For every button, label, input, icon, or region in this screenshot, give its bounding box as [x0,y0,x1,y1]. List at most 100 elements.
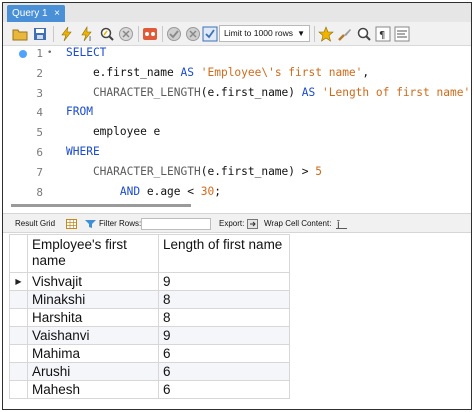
sql-text: (e.first_name) [200,85,302,99]
code-line[interactable]: CHARACTER_LENGTH(e.first_name) AS 'Lengt… [66,86,470,99]
sql-text: ; [214,184,221,198]
table-cell[interactable]: Arushi [27,362,159,381]
toolbar-divider [53,26,54,42]
magnifier-icon[interactable] [99,26,115,42]
result-toolbar: Result Grid Filter Rows: Export: Wrap Ce… [3,213,471,233]
save-icon[interactable] [32,26,48,42]
commit-icon[interactable] [166,26,182,42]
table-cell[interactable]: 6 [158,380,290,399]
table-row[interactable]: Arushi 6 [9,362,290,381]
lightning-icon[interactable] [59,26,75,42]
table-cell[interactable]: Mahesh [27,380,159,399]
table-cell[interactable]: Mahima [27,344,159,363]
rollback-icon[interactable] [185,26,201,42]
wrap-cell-label: Wrap Cell Content: [264,219,332,228]
sql-keyword: AND [119,184,141,198]
lightning-cursor-icon[interactable]: I [79,25,95,43]
export-label: Export: [219,219,245,228]
brush-icon[interactable] [337,26,353,42]
filter-rows-input[interactable] [141,218,211,230]
export-icon[interactable] [247,219,258,229]
table-row[interactable]: Minakshi 8 [9,290,290,309]
table-cell[interactable]: Vaishanvi [27,326,159,345]
tab-strip: Query 1 × [3,3,471,22]
code-line[interactable]: AND e.age < 30; [66,185,221,198]
sql-keyword: AS [180,65,194,79]
row-pointer-cell[interactable] [9,362,28,381]
svg-text:Ī: Ī [337,220,340,229]
wrap-cell-icon[interactable]: Ī [336,219,347,231]
search-icon[interactable] [356,26,372,42]
code-line[interactable]: CHARACTER_LENGTH(e.first_name) > 5 [66,165,322,178]
table-cell[interactable]: 8 [158,290,290,309]
line-number: 7 [36,165,43,179]
column-header[interactable]: Employee's first name [27,234,159,273]
sql-keyword: AS [301,85,316,99]
wrap-icon[interactable] [394,26,410,42]
table-cell[interactable]: 6 [158,344,290,363]
sql-editor[interactable]: 1 • SELECT 2 e.first_name AS 'Employee\'s f… [3,46,471,199]
row-pointer-cell[interactable] [9,308,28,327]
fold-marker-icon[interactable]: • [47,48,52,58]
result-grid: Employee's first name Length of first na… [9,234,290,399]
table-cell[interactable]: Vishvajit [27,272,159,291]
paragraph-icon[interactable]: ¶ [375,26,391,42]
tab-query-1[interactable]: Query 1 × [7,5,65,22]
table-row[interactable]: Mahesh 6 [9,380,290,399]
code-line[interactable]: SELECT [66,46,106,59]
table-row[interactable]: Mahima 6 [9,344,290,363]
horizontal-scrollbar[interactable] [11,204,191,207]
grid-header-row: Employee's first name Length of first na… [9,234,290,273]
folder-icon[interactable] [12,26,28,42]
code-line[interactable]: employee e [66,125,160,138]
sql-keyword: FROM [66,105,93,119]
line-number: 2 [36,66,43,80]
sql-function: CHARACTER_LENGTH [66,164,201,178]
limit-rows-select[interactable]: Limit to 1000 rows ▼ [219,25,310,42]
editor-toolbar: I Limit to 1000 rows ▼ ¶ [3,22,471,46]
svg-text:¶: ¶ [379,30,385,41]
line-number: 5 [36,126,43,140]
table-cell[interactable]: 6 [158,362,290,381]
table-cell[interactable]: Harshita [27,308,159,327]
grid-icon[interactable] [66,219,77,229]
table-row[interactable]: Vaishanvi 9 [9,326,290,345]
code-line[interactable]: WHERE [66,145,100,158]
result-grid-label[interactable]: Result Grid [15,219,55,228]
svg-text:I: I [89,35,91,42]
sql-function: CHARACTER_LENGTH [66,85,201,99]
star-icon[interactable] [318,26,334,42]
table-row[interactable]: ▶ Vishvajit 9 [9,272,290,291]
table-cell[interactable]: 9 [158,272,290,291]
table-row[interactable]: Harshita 8 [9,308,290,327]
tab-title: Query 1 [12,8,48,19]
sql-string: 'Employee\'s first name' [200,65,363,79]
toolbar-divider [138,26,139,42]
close-icon[interactable]: × [54,5,60,22]
sql-number: 5 [315,164,322,178]
row-pointer-cell[interactable] [9,380,28,399]
row-pointer-cell[interactable] [9,326,28,345]
table-cell[interactable]: Minakshi [27,290,159,309]
toolbar-divider [162,26,163,42]
sql-text: employee e [66,125,161,139]
sql-keyword: SELECT [66,46,107,59]
line-number: 6 [36,146,43,159]
toggle-icon[interactable] [142,26,158,42]
sql-text: e.age < [140,184,201,198]
table-cell[interactable]: 8 [158,308,290,327]
sql-number: 30 [200,184,215,198]
row-pointer-cell[interactable] [9,344,28,363]
stop-icon[interactable] [118,26,134,42]
filter-rows-label: Filter Rows: [99,219,142,228]
row-pointer-cell[interactable] [9,290,28,309]
autocommit-icon[interactable] [202,26,218,42]
row-pointer-icon[interactable]: ▶ [9,272,28,291]
table-cell[interactable]: 9 [158,326,290,345]
toolbar-divider [314,26,315,42]
column-header[interactable]: Length of first name [158,234,290,273]
code-line[interactable]: FROM [66,105,93,118]
code-line[interactable]: e.first_name AS 'Employee\'s first name'… [66,66,369,79]
